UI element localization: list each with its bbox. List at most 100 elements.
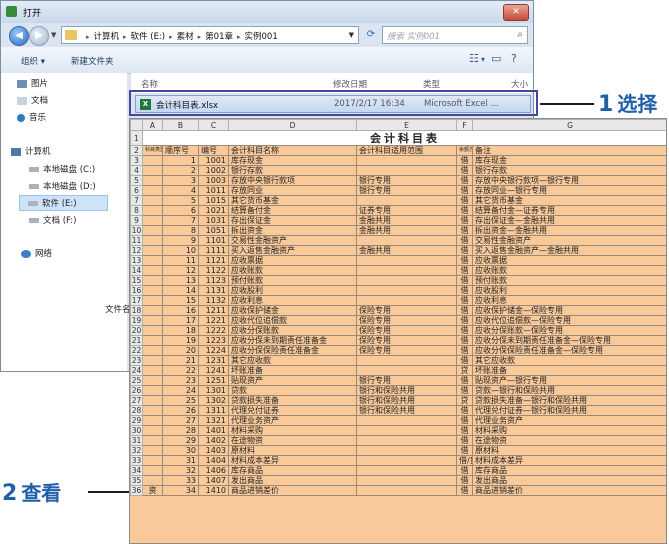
- search-icon[interactable]: ⌕: [517, 29, 523, 40]
- table-cell[interactable]: [142, 275, 163, 286]
- table-cell[interactable]: 贷: [456, 395, 473, 406]
- table-cell[interactable]: [142, 425, 163, 436]
- table-cell[interactable]: 库存现金: [472, 155, 666, 166]
- table-cell[interactable]: 1121: [198, 255, 229, 266]
- table-cell[interactable]: [356, 455, 457, 466]
- nav-item-drive-c[interactable]: 本地磁盘 (C:): [29, 163, 95, 175]
- table-cell[interactable]: 借: [456, 195, 473, 206]
- table-cell[interactable]: 21: [162, 355, 199, 366]
- table-cell[interactable]: 存放中央银行款项—银行专用: [472, 175, 666, 186]
- row-header[interactable]: 8: [130, 205, 143, 216]
- row-header[interactable]: 35: [130, 475, 143, 486]
- corner-cell[interactable]: [130, 119, 143, 131]
- table-cell[interactable]: [142, 215, 163, 226]
- breadcrumb-item[interactable]: 实例001: [245, 32, 278, 42]
- table-cell[interactable]: 1224: [198, 345, 229, 356]
- table-cell[interactable]: 银行和保险共用: [356, 395, 457, 406]
- table-cell[interactable]: 借: [456, 435, 473, 446]
- table-cell[interactable]: 1211: [198, 305, 229, 316]
- table-cell[interactable]: 借: [456, 315, 473, 326]
- row-header[interactable]: 27: [130, 395, 143, 406]
- table-cell[interactable]: 材料成本差异: [472, 455, 666, 466]
- table-cell[interactable]: 1302: [198, 395, 229, 406]
- table-cell[interactable]: 借: [456, 325, 473, 336]
- table-cell[interactable]: 应收保护储金—保险专用: [472, 305, 666, 316]
- table-cell[interactable]: 应收账款: [228, 265, 357, 276]
- address-dropdown-icon[interactable]: ▼: [349, 31, 354, 39]
- nav-item-drive-e[interactable]: 软件 (E:): [19, 195, 108, 211]
- table-cell[interactable]: 应收票据: [228, 255, 357, 266]
- table-cell[interactable]: 33: [162, 475, 199, 486]
- table-cell[interactable]: 银行专用: [356, 185, 457, 196]
- table-cell[interactable]: [356, 435, 457, 446]
- table-cell[interactable]: 应收账款: [472, 265, 666, 276]
- table-cell[interactable]: 1051: [198, 225, 229, 236]
- table-cell[interactable]: [142, 405, 163, 416]
- table-cell[interactable]: 应收分保账款: [228, 325, 357, 336]
- back-icon[interactable]: ◀: [9, 26, 29, 46]
- table-cell[interactable]: 其它货币基金: [472, 195, 666, 206]
- breadcrumb-item[interactable]: 计算机: [94, 32, 120, 42]
- table-cell[interactable]: [142, 465, 163, 476]
- table-cell[interactable]: [356, 295, 457, 306]
- table-cell[interactable]: 其它货币基金: [228, 195, 357, 206]
- table-cell[interactable]: 1031: [198, 215, 229, 226]
- row-header[interactable]: 24: [130, 365, 143, 376]
- table-cell[interactable]: [356, 255, 457, 266]
- breadcrumb-item[interactable]: 第01章: [205, 32, 233, 42]
- header-cell[interactable]: 顺序号: [162, 145, 199, 156]
- table-cell[interactable]: 原材料: [228, 445, 357, 456]
- table-cell[interactable]: 买入返售金融资产: [228, 245, 357, 256]
- table-cell[interactable]: 借: [456, 485, 473, 496]
- row-header[interactable]: 3: [130, 155, 143, 166]
- table-cell[interactable]: 存放中央银行款项: [228, 175, 357, 186]
- table-cell[interactable]: 应收票据: [472, 255, 666, 266]
- nav-item-music[interactable]: 音乐: [17, 111, 46, 123]
- table-cell[interactable]: 在途物资: [228, 435, 357, 446]
- table-cell[interactable]: [356, 275, 457, 286]
- table-cell[interactable]: 预付账款: [472, 275, 666, 286]
- table-cell[interactable]: 18: [162, 325, 199, 336]
- table-cell[interactable]: 11: [162, 255, 199, 266]
- table-cell[interactable]: [142, 395, 163, 406]
- table-cell[interactable]: 25: [162, 395, 199, 406]
- table-cell[interactable]: 1407: [198, 475, 229, 486]
- table-cell[interactable]: 应收分保保险责任准备金: [228, 345, 357, 356]
- table-cell[interactable]: 其它应收款: [472, 355, 666, 366]
- table-cell[interactable]: 贷款损失准备: [228, 395, 357, 406]
- table-cell[interactable]: 存出保证金—金融共用: [472, 215, 666, 226]
- breadcrumb-item[interactable]: 素材: [177, 32, 194, 42]
- table-cell[interactable]: 借: [456, 405, 473, 416]
- table-cell[interactable]: 借: [456, 175, 473, 186]
- table-cell[interactable]: 在途物资: [472, 435, 666, 446]
- row-header[interactable]: 13: [130, 255, 143, 266]
- table-cell[interactable]: [142, 165, 163, 176]
- row-header[interactable]: 34: [130, 465, 143, 476]
- history-dropdown-icon[interactable]: ▼: [51, 31, 56, 39]
- table-cell[interactable]: 银行存款: [228, 165, 357, 176]
- table-cell[interactable]: 贷: [456, 365, 473, 376]
- refresh-icon[interactable]: ⟳: [362, 26, 380, 44]
- header-cell[interactable]: 编号: [198, 145, 229, 156]
- table-cell[interactable]: 借: [456, 215, 473, 226]
- table-cell[interactable]: 银行专用: [356, 375, 457, 386]
- table-cell[interactable]: 26: [162, 405, 199, 416]
- row-header[interactable]: 14: [130, 265, 143, 276]
- table-cell[interactable]: 12: [162, 265, 199, 276]
- table-cell[interactable]: 预付账款: [228, 275, 357, 286]
- table-cell[interactable]: 16: [162, 305, 199, 316]
- table-cell[interactable]: 30: [162, 445, 199, 456]
- table-cell[interactable]: 29: [162, 435, 199, 446]
- table-cell[interactable]: 15: [162, 295, 199, 306]
- table-cell[interactable]: 1001: [198, 155, 229, 166]
- row-header[interactable]: 33: [130, 455, 143, 466]
- table-cell[interactable]: [356, 265, 457, 276]
- search-input[interactable]: 搜索 实例001 ⌕: [382, 26, 528, 44]
- table-cell[interactable]: 拆出资金: [228, 225, 357, 236]
- table-cell[interactable]: 保险专用: [356, 315, 457, 326]
- table-cell[interactable]: [142, 315, 163, 326]
- table-cell[interactable]: 1011: [198, 185, 229, 196]
- table-cell[interactable]: 1241: [198, 365, 229, 376]
- table-cell[interactable]: 1321: [198, 415, 229, 426]
- table-cell[interactable]: 1122: [198, 265, 229, 276]
